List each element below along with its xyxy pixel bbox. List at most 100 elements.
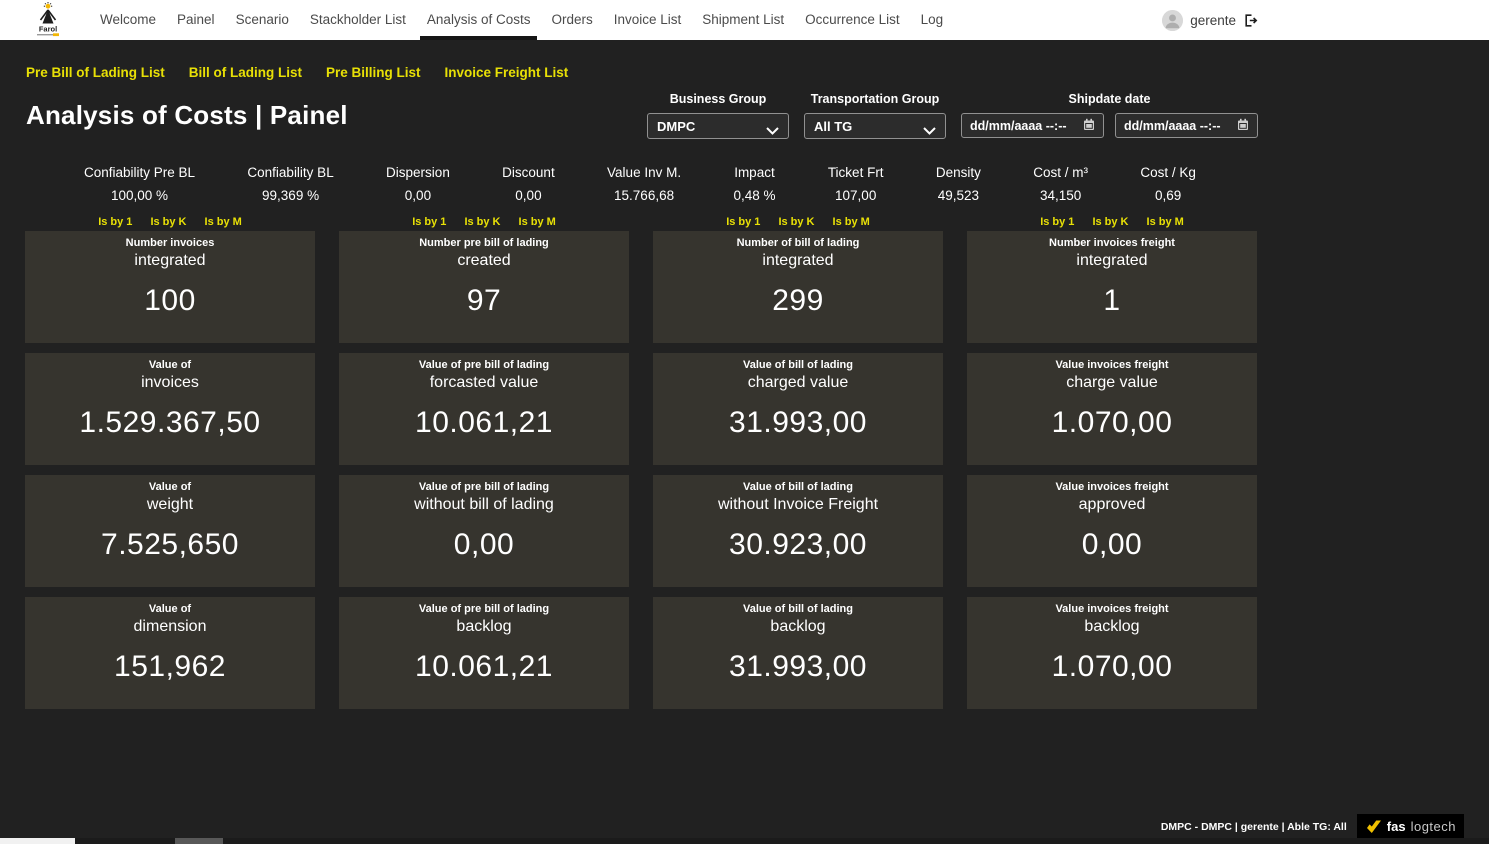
card-title: forcasted value	[339, 374, 629, 392]
session-status-text: DMPC - DMPC | gerente | Able TG: All	[1161, 821, 1347, 833]
dashboard-content: Pre Bill of Lading List Bill of Lading L…	[0, 40, 1489, 844]
nav-item-invoice-list[interactable]: Invoice List	[607, 0, 689, 40]
horizontal-scrollbar-track	[0, 838, 1489, 844]
is-by-1-link[interactable]: Is by 1	[412, 216, 446, 228]
card-value: 10.061,21	[339, 406, 629, 440]
card-category: Value of pre bill of lading	[339, 359, 629, 371]
shipdate-filter: Shipdate date dd/mm/aaaa --:--	[961, 92, 1258, 139]
logout-icon[interactable]	[1243, 12, 1259, 28]
nav-item-log[interactable]: Log	[914, 0, 951, 40]
fas-logtech-logo: faslogtech	[1357, 814, 1464, 839]
farol-logo-icon: Farol	[27, 2, 69, 38]
is-by-1-link[interactable]: Is by 1	[726, 216, 760, 228]
kpi-stats-row: Confiability Pre BL 100,00 % Confiabilit…	[26, 165, 1258, 203]
is-by-m-link[interactable]: Is by M	[519, 216, 556, 228]
card-category: Number of bill of lading	[653, 237, 943, 249]
stat-confiability-pre-bl: Confiability Pre BL 100,00 %	[84, 165, 195, 203]
stat-discount: Discount 0,00	[502, 165, 555, 203]
stat-label: Confiability BL	[247, 165, 333, 180]
is-by-1-link[interactable]: Is by 1	[98, 216, 132, 228]
shipdate-to-input[interactable]: dd/mm/aaaa --:--	[1115, 113, 1258, 138]
card-pre-bill-created: Number pre bill of lading created 97	[339, 231, 629, 343]
stat-cost-m3: Cost / m³ 34,150	[1033, 165, 1088, 203]
is-by-k-link[interactable]: Is by K	[1092, 216, 1128, 228]
pre-bill-of-lading-list-link[interactable]: Pre Bill of Lading List	[26, 65, 165, 80]
brand-name-bold: fas	[1387, 819, 1406, 834]
invoice-freight-list-link[interactable]: Invoice Freight List	[445, 65, 569, 80]
shipdate-from-input[interactable]: dd/mm/aaaa --:--	[961, 113, 1104, 138]
is-by-m-link[interactable]: Is by M	[1147, 216, 1184, 228]
business-group-filter: Business Group DMPC	[647, 92, 789, 139]
is-by-m-link[interactable]: Is by M	[833, 216, 870, 228]
card-value: 1.529.367,50	[25, 406, 315, 440]
card-category: Value invoices freight	[967, 603, 1257, 615]
horizontal-scrollbar-thumb-secondary[interactable]	[175, 838, 223, 844]
nav-item-analysis-of-costs[interactable]: Analysis of Costs	[420, 0, 538, 40]
stat-label: Value Inv M.	[607, 165, 681, 180]
is-by-k-link[interactable]: Is by K	[150, 216, 186, 228]
transportation-group-select[interactable]: All TG	[804, 113, 946, 139]
card-category: Value of bill of lading	[653, 359, 943, 371]
card-value: 30.923,00	[653, 528, 943, 562]
card-value: 0,00	[967, 528, 1257, 562]
scale-links-freight: Is by 1 Is by K Is by M	[967, 216, 1257, 228]
stat-label: Discount	[502, 165, 555, 180]
card-bill-integrated: Number of bill of lading integrated 299	[653, 231, 943, 343]
stat-cost-kg: Cost / Kg 0,69	[1140, 165, 1196, 203]
nav-item-occurrence-list[interactable]: Occurrence List	[798, 0, 907, 40]
stat-ticket-frt: Ticket Frt 107,00	[828, 165, 884, 203]
card-value: 10.061,21	[339, 650, 629, 684]
stat-value: 100,00 %	[84, 188, 195, 203]
is-by-k-link[interactable]: Is by K	[778, 216, 814, 228]
stat-value: 0,00	[386, 188, 450, 203]
card-pre-bill-forcasted: Value of pre bill of lading forcasted va…	[339, 353, 629, 465]
pre-billing-list-link[interactable]: Pre Billing List	[326, 65, 421, 80]
business-group-select[interactable]: DMPC	[647, 113, 789, 139]
stat-dispersion: Dispersion 0,00	[386, 165, 450, 203]
stat-value: 0,48 %	[733, 188, 775, 203]
nav-item-scenario[interactable]: Scenario	[229, 0, 296, 40]
card-value-dimension: Value of dimension 151,962	[25, 597, 315, 709]
top-navbar: Farol Welcome Painel Scenario Stackholde…	[0, 0, 1489, 40]
card-title: backlog	[653, 618, 943, 636]
card-title: backlog	[339, 618, 629, 636]
card-pre-bill-backlog: Value of pre bill of lading backlog 10.0…	[339, 597, 629, 709]
horizontal-scrollbar-thumb[interactable]	[0, 838, 75, 844]
card-category: Value of pre bill of lading	[339, 603, 629, 615]
card-title: invoices	[25, 374, 315, 392]
card-title: integrated	[25, 252, 315, 270]
scale-links-row: Is by 1 Is by K Is by M Is by 1 Is by K …	[25, 216, 1258, 228]
nav-item-painel[interactable]: Painel	[170, 0, 222, 40]
shipdate-from-placeholder: dd/mm/aaaa --:--	[970, 119, 1067, 133]
user-block: gerente	[1162, 0, 1259, 40]
nav-item-shipment-list[interactable]: Shipment List	[695, 0, 791, 40]
shipdate-to-placeholder: dd/mm/aaaa --:--	[1124, 119, 1221, 133]
page-title: Analysis of Costs | Painel	[26, 100, 348, 131]
calendar-icon	[1083, 118, 1095, 134]
bill-of-lading-list-link[interactable]: Bill of Lading List	[189, 65, 302, 80]
is-by-1-link[interactable]: Is by 1	[1040, 216, 1074, 228]
transportation-group-label: Transportation Group	[811, 92, 939, 106]
stat-value: 0,00	[502, 188, 555, 203]
is-by-k-link[interactable]: Is by K	[464, 216, 500, 228]
stat-label: Impact	[733, 165, 775, 180]
nav-item-welcome[interactable]: Welcome	[93, 0, 163, 40]
chevron-down-icon	[766, 123, 779, 138]
card-value: 7.525,650	[25, 528, 315, 562]
card-value: 97	[339, 284, 629, 318]
card-category: Value of	[25, 359, 315, 371]
nav-item-stackholder-list[interactable]: Stackholder List	[303, 0, 413, 40]
card-value: 31.993,00	[653, 650, 943, 684]
card-value-weight: Value of weight 7.525,650	[25, 475, 315, 587]
card-title: integrated	[653, 252, 943, 270]
card-freight-backlog: Value invoices freight backlog 1.070,00	[967, 597, 1257, 709]
transportation-group-value: All TG	[814, 119, 852, 134]
card-pre-bill-without-bl: Value of pre bill of lading without bill…	[339, 475, 629, 587]
user-avatar-icon	[1162, 10, 1183, 31]
nav-item-orders[interactable]: Orders	[544, 0, 599, 40]
card-title: without bill of lading	[339, 496, 629, 514]
is-by-m-link[interactable]: Is by M	[205, 216, 242, 228]
card-value: 100	[25, 284, 315, 318]
farol-logo[interactable]: Farol	[27, 2, 73, 38]
scale-links-invoices: Is by 1 Is by K Is by M	[25, 216, 315, 228]
